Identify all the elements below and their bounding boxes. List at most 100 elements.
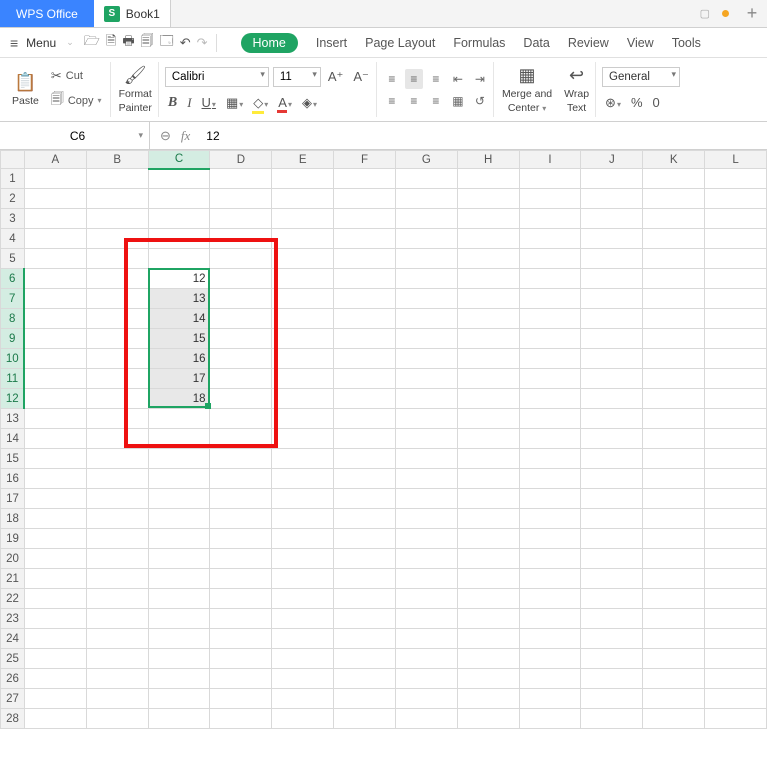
cell[interactable]: [86, 469, 148, 489]
font-name-input[interactable]: [165, 67, 269, 87]
cell[interactable]: [643, 709, 705, 729]
cell[interactable]: [457, 529, 519, 549]
tab-data[interactable]: Data: [523, 36, 549, 50]
cell[interactable]: [86, 689, 148, 709]
tab-page-layout[interactable]: Page Layout: [365, 36, 435, 50]
cell[interactable]: [24, 549, 86, 569]
cell[interactable]: [86, 249, 148, 269]
cell[interactable]: [334, 289, 396, 309]
cell[interactable]: 12: [148, 269, 210, 289]
cell[interactable]: [86, 609, 148, 629]
cell[interactable]: [148, 689, 210, 709]
cell[interactable]: [210, 329, 272, 349]
document-tab[interactable]: S Book1: [94, 0, 171, 27]
font-size-select[interactable]: [273, 67, 321, 87]
cell[interactable]: [705, 409, 767, 429]
percent-button[interactable]: %: [628, 93, 646, 112]
cell[interactable]: [24, 369, 86, 389]
cell[interactable]: [457, 549, 519, 569]
cell[interactable]: [519, 249, 581, 269]
cell[interactable]: [705, 169, 767, 189]
copy-button[interactable]: 🗐 Copy ▾: [47, 88, 106, 114]
cell[interactable]: [457, 649, 519, 669]
cell[interactable]: [519, 509, 581, 529]
wrap-text-button[interactable]: ↩ Wrap Text: [562, 62, 591, 117]
cell[interactable]: [334, 489, 396, 509]
print-preview-icon[interactable]: 🗐: [141, 32, 154, 54]
cell[interactable]: [581, 629, 643, 649]
cell[interactable]: [395, 269, 457, 289]
redo-icon[interactable]: ↷: [197, 35, 208, 51]
select-all-corner[interactable]: [1, 151, 25, 169]
cell[interactable]: [457, 289, 519, 309]
currency-button[interactable]: ⊛: [602, 93, 624, 113]
cell[interactable]: [395, 189, 457, 209]
cell[interactable]: [334, 269, 396, 289]
cell[interactable]: [457, 469, 519, 489]
bold-button[interactable]: B: [165, 93, 180, 113]
cell[interactable]: [334, 169, 396, 189]
cell[interactable]: [210, 349, 272, 369]
cell[interactable]: [705, 229, 767, 249]
row-header[interactable]: 2: [1, 189, 25, 209]
cell[interactable]: [519, 329, 581, 349]
cell[interactable]: [457, 329, 519, 349]
row-header[interactable]: 18: [1, 509, 25, 529]
cell[interactable]: [519, 169, 581, 189]
cell[interactable]: [24, 329, 86, 349]
cell[interactable]: [24, 709, 86, 729]
cell[interactable]: [24, 589, 86, 609]
cell[interactable]: [24, 669, 86, 689]
cell[interactable]: [395, 489, 457, 509]
increase-font-icon[interactable]: A⁺: [325, 67, 347, 87]
cell[interactable]: [86, 549, 148, 569]
cell[interactable]: [519, 529, 581, 549]
cell[interactable]: [86, 169, 148, 189]
cell[interactable]: [148, 569, 210, 589]
cell[interactable]: [705, 509, 767, 529]
cell[interactable]: [643, 509, 705, 529]
cell[interactable]: [334, 189, 396, 209]
cell[interactable]: [272, 349, 334, 369]
cell[interactable]: [643, 449, 705, 469]
cell[interactable]: [519, 489, 581, 509]
cell[interactable]: [705, 449, 767, 469]
cell[interactable]: [272, 609, 334, 629]
cell[interactable]: [457, 609, 519, 629]
cell[interactable]: [705, 589, 767, 609]
cell[interactable]: [210, 689, 272, 709]
cell[interactable]: [519, 209, 581, 229]
cell[interactable]: [643, 209, 705, 229]
cell[interactable]: [395, 449, 457, 469]
row-header[interactable]: 1: [1, 169, 25, 189]
cell[interactable]: [210, 189, 272, 209]
cell[interactable]: 14: [148, 309, 210, 329]
row-header[interactable]: 19: [1, 529, 25, 549]
column-header[interactable]: D: [210, 151, 272, 169]
cell[interactable]: [86, 509, 148, 529]
cell[interactable]: [581, 529, 643, 549]
cell[interactable]: [457, 209, 519, 229]
cell[interactable]: [86, 629, 148, 649]
cell[interactable]: [272, 649, 334, 669]
column-header[interactable]: E: [272, 151, 334, 169]
cell[interactable]: [705, 349, 767, 369]
tab-home[interactable]: Home: [241, 33, 298, 53]
cell[interactable]: [457, 689, 519, 709]
cell[interactable]: [334, 429, 396, 449]
cell[interactable]: [395, 509, 457, 529]
cell[interactable]: [24, 649, 86, 669]
row-header[interactable]: 20: [1, 549, 25, 569]
cell[interactable]: [86, 409, 148, 429]
cell[interactable]: [210, 169, 272, 189]
cell[interactable]: 16: [148, 349, 210, 369]
cell[interactable]: [643, 309, 705, 329]
cell[interactable]: [210, 389, 272, 409]
cell[interactable]: [148, 209, 210, 229]
open-icon[interactable]: 🗁: [84, 32, 100, 54]
cell[interactable]: [210, 549, 272, 569]
cell[interactable]: [148, 649, 210, 669]
cell[interactable]: [272, 429, 334, 449]
cell[interactable]: [148, 429, 210, 449]
align-center-icon[interactable]: ≡: [405, 91, 423, 111]
